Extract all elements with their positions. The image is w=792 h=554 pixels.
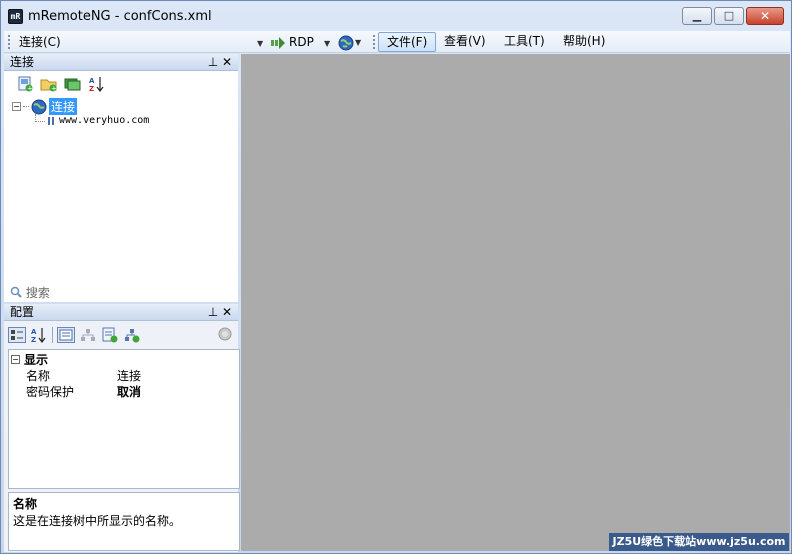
- status-icon: [218, 327, 232, 344]
- protocol-dropdown-arrow[interactable]: ▼: [324, 34, 330, 51]
- description-text: 这是在连接树中所显示的名称。: [13, 514, 182, 528]
- minimize-button[interactable]: ▁: [682, 7, 712, 25]
- protocol-label: RDP: [289, 35, 314, 49]
- sort-az-icon[interactable]: AZ: [30, 327, 48, 344]
- app-icon: mR: [8, 9, 23, 24]
- tree-connector: [35, 113, 45, 122]
- connection-icon: [48, 116, 54, 125]
- close-icon[interactable]: ✕: [220, 304, 234, 320]
- minimize-icon: ▁: [692, 9, 702, 22]
- new-connection-icon[interactable]: +: [16, 76, 34, 93]
- title-bar[interactable]: mR mRemoteNG - confCons.xml ▁ □ ✕: [1, 1, 791, 31]
- new-folder-icon[interactable]: +: [40, 76, 58, 93]
- default-properties-icon[interactable]: [101, 327, 119, 343]
- pin-icon[interactable]: ⊥: [206, 304, 220, 320]
- connections-panel-header: 连接 ⊥ ✕: [4, 54, 238, 71]
- rdp-arrow-icon: [271, 36, 285, 49]
- collapse-icon[interactable]: −: [12, 102, 21, 111]
- connections-header-buttons: ⊥ ✕: [206, 54, 234, 70]
- property-value[interactable]: 取消: [117, 383, 141, 400]
- tree-node-child[interactable]: www.veryhuo.com: [35, 113, 149, 126]
- property-description: 名称 这是在连接树中所显示的名称。: [8, 492, 240, 551]
- property-value[interactable]: 连接: [117, 367, 141, 384]
- maximize-icon: □: [723, 9, 735, 22]
- svg-text:Z: Z: [31, 336, 36, 343]
- section-display[interactable]: − 显示: [11, 351, 48, 368]
- connect-dropdown-arrow[interactable]: ▼: [257, 34, 263, 51]
- section-label: 显示: [24, 353, 49, 367]
- search-field[interactable]: 搜索: [10, 284, 50, 301]
- watermark: JZ5U绿色下载站www.jz5u.com: [609, 533, 789, 551]
- config-panel-title: 配置: [10, 305, 35, 319]
- pin-icon[interactable]: ⊥: [206, 54, 220, 70]
- connections-toolbar: + + AZ: [16, 73, 106, 95]
- search-placeholder: 搜索: [25, 286, 50, 300]
- connect-menu[interactable]: 连接(C): [19, 34, 61, 51]
- property-grid: − 显示 名称 连接 密码保护 取消: [8, 349, 240, 489]
- config-panel-header: 配置 ⊥ ✕: [4, 304, 238, 321]
- svg-text:+: +: [51, 85, 57, 93]
- window-title: mRemoteNG - confCons.xml: [28, 9, 212, 24]
- connections-panel: 连接 ⊥ ✕ + + AZ − 连接 www.veryhuo.com 搜索: [4, 54, 238, 302]
- inheritance-icon[interactable]: [79, 327, 97, 343]
- tree-root-label[interactable]: 连接: [49, 98, 78, 115]
- menu-help[interactable]: 帮助(H): [555, 32, 613, 52]
- sort-az-icon[interactable]: AZ: [88, 76, 106, 93]
- tree-connector: [23, 106, 29, 107]
- menu-view[interactable]: 查看(V): [436, 32, 494, 52]
- search-icon: [10, 286, 22, 298]
- protocol-selector[interactable]: RDP: [271, 34, 314, 51]
- description-title: 名称: [13, 497, 38, 511]
- property-name[interactable]: 密码保护: [26, 383, 74, 400]
- close-icon[interactable]: ✕: [220, 54, 234, 70]
- expand-all-icon[interactable]: [64, 76, 82, 92]
- connections-panel-title: 连接: [10, 55, 35, 69]
- globe-icon: [338, 35, 354, 50]
- close-icon: ✕: [759, 9, 771, 23]
- maximize-button[interactable]: □: [714, 7, 744, 25]
- window-controls: ▁ □ ✕: [682, 7, 784, 25]
- tree-node-root[interactable]: − 连接: [12, 98, 78, 115]
- categorized-icon[interactable]: [8, 327, 26, 343]
- default-inheritance-icon[interactable]: [123, 327, 141, 343]
- svg-text:+: +: [27, 85, 33, 93]
- config-panel: 配置 ⊥ ✕ AZ − 显示 名称 连接 密码保护 取消 名称 这是在连接树中所…: [4, 304, 240, 552]
- config-header-buttons: ⊥ ✕: [206, 304, 234, 320]
- property-name[interactable]: 名称: [26, 367, 50, 384]
- globe-icon: [31, 99, 47, 114]
- menu-grip[interactable]: [373, 35, 375, 49]
- toolbar: 连接(C) ▼ RDP ▼ ▼ 文件(F) 查看(V) 工具(T) 帮助(H): [4, 31, 790, 53]
- toolbar-separator: [52, 327, 53, 343]
- tree-child-label[interactable]: www.veryhuo.com: [59, 115, 149, 126]
- config-toolbar: AZ: [8, 324, 141, 346]
- toolbar-grip[interactable]: [8, 35, 10, 49]
- close-button[interactable]: ✕: [746, 7, 784, 25]
- collapse-icon[interactable]: −: [11, 355, 20, 364]
- svg-text:Z: Z: [89, 85, 94, 92]
- properties-icon[interactable]: [57, 327, 75, 343]
- svg-text:A: A: [31, 328, 37, 336]
- main-work-area[interactable]: [241, 54, 790, 551]
- svg-text:A: A: [89, 77, 95, 85]
- quick-connect-button[interactable]: ▼: [338, 34, 361, 51]
- menu-file[interactable]: 文件(F): [378, 32, 437, 52]
- menu-tools[interactable]: 工具(T): [496, 32, 553, 52]
- app-window: mR mRemoteNG - confCons.xml ▁ □ ✕ 连接(C) …: [0, 0, 792, 554]
